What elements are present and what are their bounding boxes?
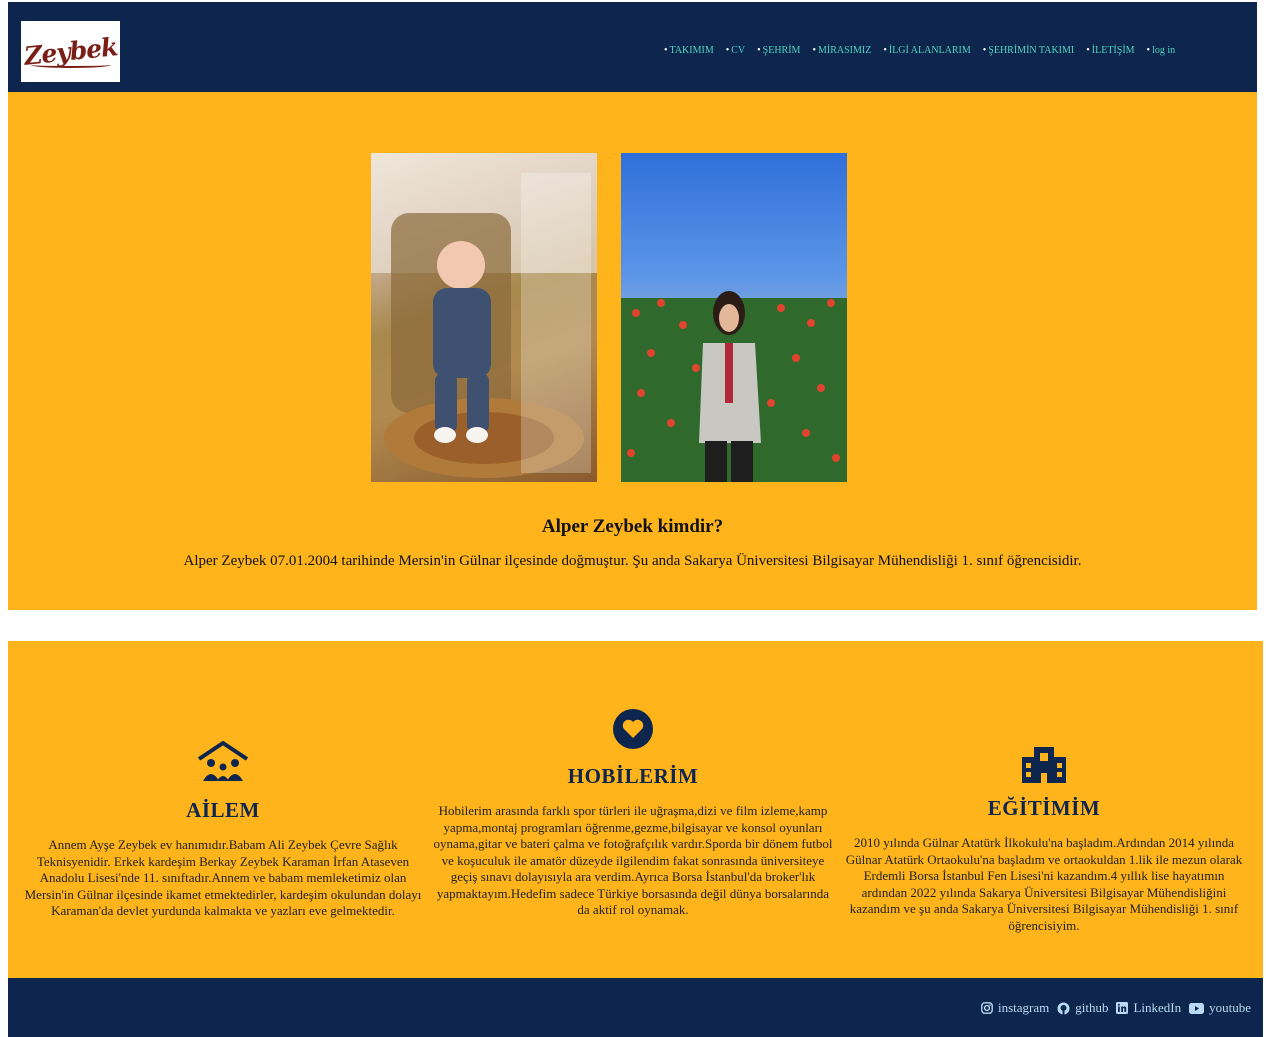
hero-section: Alper Zeybek kimdir? Alper Zeybek 07.01.…: [8, 92, 1257, 610]
adult-photo: [621, 153, 847, 482]
github-link[interactable]: github: [1057, 1000, 1108, 1016]
family-column: AİLEM Annem Ayşe Zeybek ev hanımıdır.Bab…: [18, 741, 428, 920]
instagram-link[interactable]: instagram: [981, 1000, 1049, 1016]
family-title: AİLEM: [186, 798, 260, 822]
main-nav: • TAKIMIM • CV • ŞEHRİM • MİRASIMIZ • İLGİ AL…: [664, 2, 1175, 98]
nav-item-mirasimiz[interactable]: • MİRASIMIZ: [812, 45, 871, 56]
nav-item-iletisim[interactable]: • İLETİŞİM: [1086, 45, 1134, 56]
github-icon: [1057, 1002, 1070, 1014]
nav-item-sehrim[interactable]: • ŞEHRİM: [757, 45, 800, 56]
nav-item-sehrimin-takimi[interactable]: • ŞEHRİMİN TAKIMI: [983, 45, 1074, 56]
youtube-icon: [1189, 1002, 1205, 1014]
linkedin-link[interactable]: LinkedIn: [1116, 1000, 1181, 1016]
footer: instagram github LinkedIn youtube: [8, 978, 1263, 1037]
top-navbar: Zeybek • TAKIMIM • CV • ŞEHRİM • MİRASIMIZ •…: [8, 2, 1257, 92]
features-section: AİLEM Annem Ayşe Zeybek ev hanımıdır.Bab…: [8, 641, 1263, 978]
hobbies-title: HOBİLERİM: [567, 764, 699, 788]
hero-title: Alper Zeybek kimdir?: [541, 516, 724, 537]
youtube-link[interactable]: youtube: [1189, 1000, 1251, 1016]
nav-item-ilgi-alanlarim[interactable]: • İLGİ ALANLARIM: [883, 45, 970, 56]
social-links: instagram github LinkedIn youtube: [977, 1000, 1251, 1016]
family-home-icon: [197, 741, 249, 781]
hobbies-column: HOBİLERİM Hobilerim arasında farklı spor…: [433, 708, 833, 919]
education-text: 2010 yılında Gülnar Atatürk İlkokulu'na …: [845, 835, 1243, 933]
site-logo[interactable]: Zeybek: [21, 21, 120, 82]
school-icon: [1022, 747, 1066, 783]
linkedin-icon: [1116, 1002, 1129, 1014]
baby-photo: [371, 153, 597, 482]
family-text: Annem Ayşe Zeybek ev hanımıdır.Babam Ali…: [24, 837, 422, 918]
education-column: EĞİTİMİM 2010 yılında Gülnar Atatürk İlk…: [844, 741, 1244, 934]
nav-item-cv[interactable]: • CV: [726, 45, 745, 56]
hobbies-text: Hobilerim arasında farklı spor türleri i…: [433, 803, 833, 917]
logo-swoosh: [31, 62, 111, 68]
heart-icon: [613, 709, 653, 749]
nav-item-takimim[interactable]: • TAKIMIM: [664, 45, 714, 56]
instagram-icon: [981, 1002, 993, 1014]
hero-description: Alper Zeybek 07.01.2004 tarihinde Mersin…: [183, 553, 1082, 569]
education-title: EĞİTİMİM: [987, 796, 1101, 820]
nav-item-log-in[interactable]: • log in: [1147, 45, 1176, 56]
